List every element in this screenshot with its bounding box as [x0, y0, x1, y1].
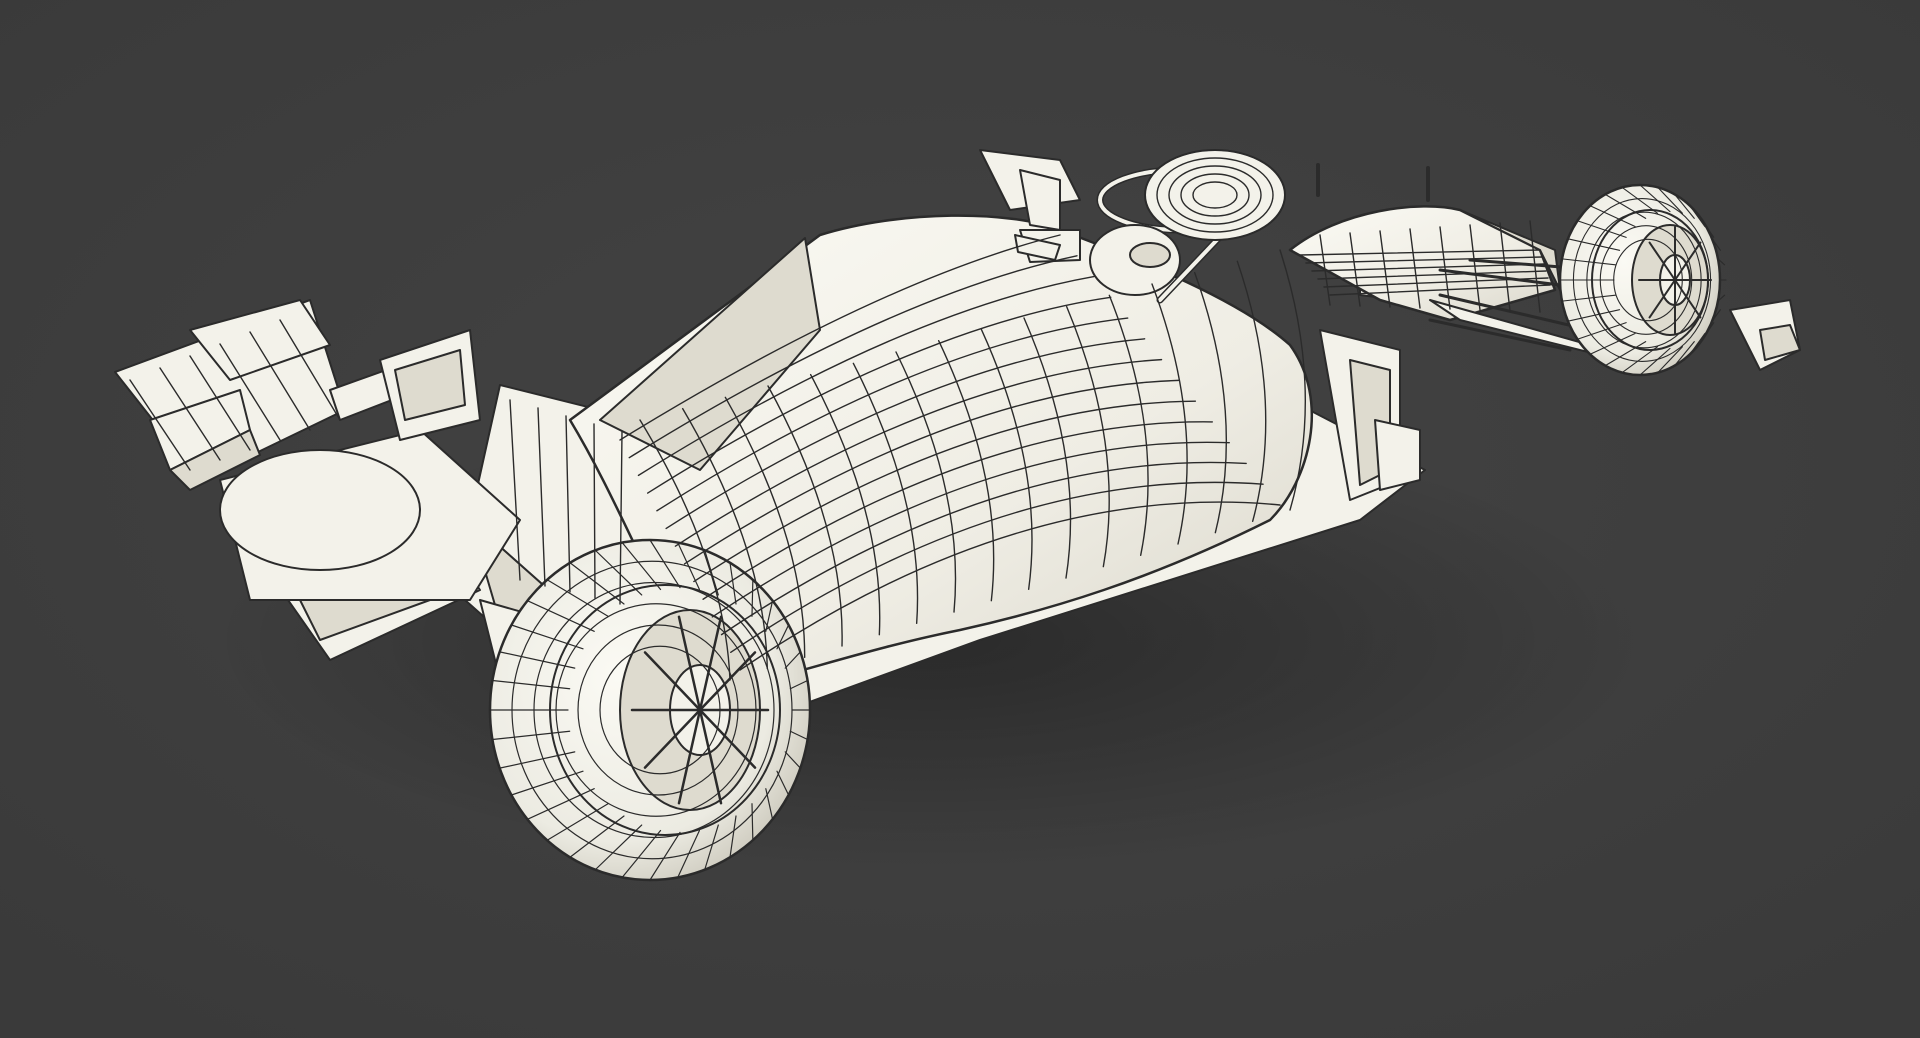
driver-helmet-visor: [1129, 242, 1171, 268]
render-viewport: [0, 0, 1920, 1038]
car-wireframe-scene: [0, 0, 1920, 1038]
